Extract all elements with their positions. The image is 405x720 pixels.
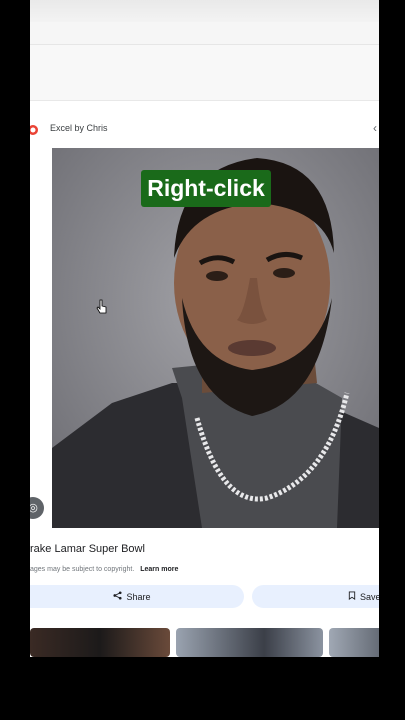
browser-toolbar bbox=[30, 0, 379, 23]
bookmark-icon bbox=[348, 591, 356, 602]
copyright-notice: ages may be subject to copyright. Learn … bbox=[30, 566, 178, 573]
right-click-label: Right-click bbox=[141, 170, 271, 207]
google-lens-icon[interactable]: ◎ bbox=[30, 497, 44, 519]
share-label: Share bbox=[126, 591, 151, 602]
browser-screen: Excel by Chris ‹ Right-click ◎ rake Lama… bbox=[30, 0, 379, 657]
related-image[interactable] bbox=[30, 628, 170, 657]
save-button[interactable]: Save bbox=[252, 585, 379, 608]
image-source-header: Excel by Chris ‹ bbox=[30, 118, 379, 142]
hand-pointer-icon bbox=[96, 299, 108, 315]
source-name[interactable]: Excel by Chris bbox=[50, 123, 108, 133]
chevron-left-icon[interactable]: ‹ bbox=[373, 121, 377, 135]
search-header bbox=[30, 45, 379, 101]
save-label: Save bbox=[360, 591, 379, 602]
result-title[interactable]: rake Lamar Super Bowl bbox=[30, 543, 145, 555]
learn-more-link[interactable]: Learn more bbox=[140, 566, 178, 573]
share-icon bbox=[113, 591, 123, 602]
related-images bbox=[30, 628, 379, 657]
related-image[interactable] bbox=[329, 628, 379, 657]
related-image[interactable] bbox=[176, 628, 323, 657]
copyright-text: ages may be subject to copyright. bbox=[30, 566, 135, 573]
tab-strip bbox=[30, 22, 379, 45]
google-logo-icon bbox=[30, 123, 39, 135]
share-button[interactable]: Share bbox=[30, 585, 244, 608]
